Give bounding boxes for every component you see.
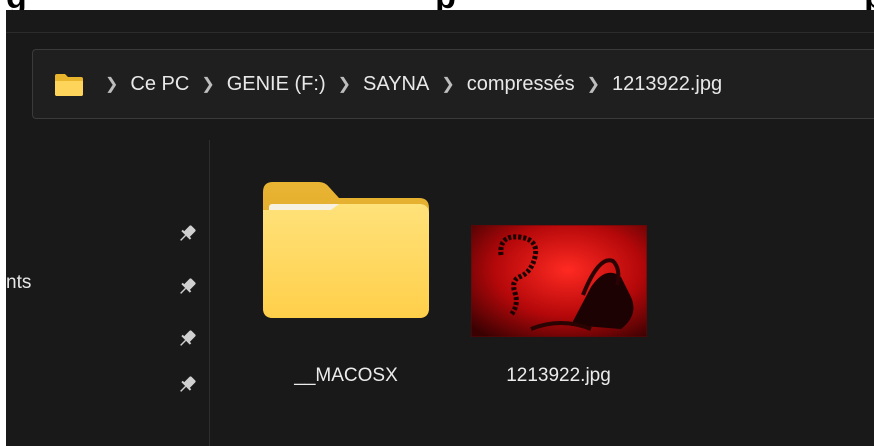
folder-icon — [263, 182, 429, 318]
pin-icon[interactable] — [176, 328, 198, 350]
file-item-folder[interactable]: __MACOSX — [251, 175, 441, 390]
chevron-right-icon[interactable]: ❯ — [105, 74, 118, 94]
pin-icon[interactable] — [176, 276, 198, 298]
cropped-heading-text: g p p — [6, 0, 874, 10]
sidebar-item-partial[interactable]: nts — [6, 272, 31, 294]
cropped-heading: g p p — [0, 0, 874, 10]
breadcrumb-item-sayna[interactable]: SAYNA — [363, 73, 429, 96]
chevron-right-icon[interactable]: ❯ — [201, 74, 214, 94]
file-explorer-window: ❯ Ce PC ❯ GENIE (F:) ❯ SAYNA ❯ compressé… — [6, 10, 874, 446]
pin-icon[interactable] — [176, 374, 198, 396]
file-name: __MACOSX — [294, 365, 398, 386]
toolbar-divider — [6, 32, 874, 33]
sidebar-item-label: nts — [6, 272, 32, 293]
breadcrumb-item-compresses[interactable]: compressés — [467, 73, 575, 96]
chevron-right-icon[interactable]: ❯ — [338, 74, 351, 94]
file-name: 1213922.jpg — [506, 365, 611, 386]
breadcrumb-item-current-file[interactable]: 1213922.jpg — [612, 73, 722, 96]
image-thumbnail — [471, 225, 647, 337]
file-item-image[interactable]: 1213922.jpg — [461, 215, 656, 390]
pin-icon[interactable] — [176, 223, 198, 245]
breadcrumb: ❯ Ce PC ❯ GENIE (F:) ❯ SAYNA ❯ compressé… — [93, 50, 722, 118]
address-bar[interactable]: ❯ Ce PC ❯ GENIE (F:) ❯ SAYNA ❯ compressé… — [32, 49, 874, 119]
sidebar-divider[interactable] — [209, 140, 210, 446]
breadcrumb-item-ce-pc[interactable]: Ce PC — [130, 73, 189, 96]
chevron-right-icon[interactable]: ❯ — [587, 74, 600, 94]
folder-icon[interactable] — [54, 73, 84, 97]
breadcrumb-item-genie[interactable]: GENIE (F:) — [227, 73, 326, 96]
chevron-right-icon[interactable]: ❯ — [441, 74, 454, 94]
